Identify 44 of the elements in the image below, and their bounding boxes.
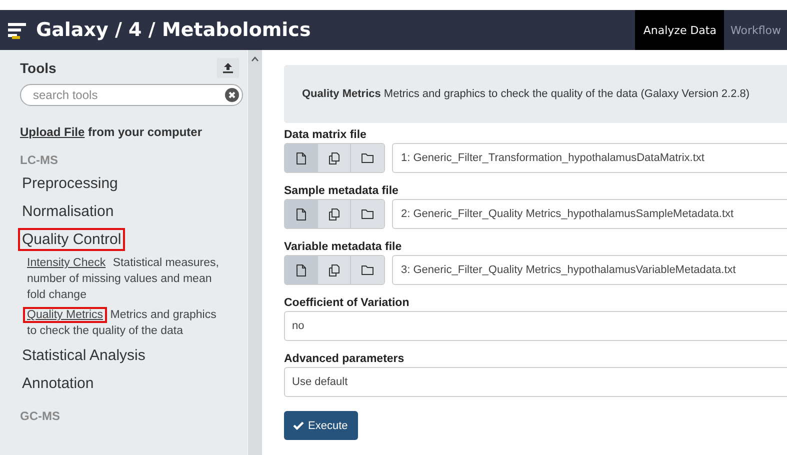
- clear-icon[interactable]: [225, 88, 239, 102]
- folder-icon[interactable]: [351, 200, 384, 228]
- files-icon[interactable]: [318, 200, 351, 228]
- upload-icon[interactable]: [217, 58, 239, 78]
- tool-category[interactable]: Preprocessing: [18, 172, 122, 195]
- check-icon: [293, 421, 304, 430]
- execute-button[interactable]: Execute: [284, 411, 358, 440]
- files-icon[interactable]: [318, 256, 351, 284]
- nav-tab[interactable]: Workflow: [724, 10, 787, 50]
- tool-category[interactable]: Annotation: [18, 372, 98, 395]
- tool-entry: Quality Metrics Metrics and graphics to check the quality of the data: [20, 307, 247, 339]
- param-label: Advanced parameters: [284, 353, 406, 365]
- tool-entry: Intensity Check Statistical measures, number of missing values and mean fold change: [20, 255, 247, 303]
- tool-category[interactable]: Quality Control: [18, 228, 126, 251]
- brand-title[interactable]: Galaxy / 4 / Metabolomics: [36, 19, 311, 41]
- param-label: Variable metadata file: [284, 241, 403, 253]
- dataset-select[interactable]: 3: Generic_Filter_Quality Metrics_hypothalamusVariableMetadata.txt: [392, 255, 787, 285]
- logo-icon: [8, 21, 28, 39]
- nav-tab[interactable]: Analyze Data: [635, 10, 724, 50]
- file-icon[interactable]: [285, 256, 318, 284]
- files-icon[interactable]: [318, 144, 351, 172]
- panel-title: Tools: [20, 60, 56, 76]
- folder-icon[interactable]: [351, 144, 384, 172]
- dataset-select[interactable]: 1: Generic_Filter_Transformation_hypothalamusDataMatrix.txt: [392, 143, 787, 173]
- upload-text: Upload File from your computer: [20, 125, 204, 139]
- file-icon[interactable]: [285, 200, 318, 228]
- param-label: Sample metadata file: [284, 185, 400, 197]
- dataset-select[interactable]: 2: Generic_Filter_Quality Metrics_hypothalamusSampleMetadata.txt: [392, 199, 787, 229]
- tool-link[interactable]: Intensity Check: [23, 255, 110, 271]
- tool-link[interactable]: Quality Metrics: [23, 307, 108, 323]
- scroll-up-icon[interactable]: [251, 56, 259, 62]
- search-field[interactable]: search tools: [20, 84, 243, 106]
- upload-link[interactable]: Upload File: [20, 125, 85, 139]
- param-label: Data matrix file: [284, 129, 368, 141]
- folder-icon[interactable]: [351, 256, 384, 284]
- tool-category[interactable]: Statistical Analysis: [18, 344, 150, 367]
- option-select[interactable]: Use default: [284, 367, 787, 397]
- file-icon[interactable]: [285, 144, 318, 172]
- tool-description: Quality Metrics Metrics and graphics to check the quality of the data (Galaxy Version 2.2.8): [302, 88, 750, 100]
- param-label: Coefficient of Variation: [284, 297, 410, 309]
- tool-category[interactable]: Normalisation: [18, 200, 118, 223]
- section-label: LC-MS: [20, 153, 59, 167]
- option-select[interactable]: no: [284, 311, 787, 341]
- section-label: GC-MS: [20, 409, 61, 423]
